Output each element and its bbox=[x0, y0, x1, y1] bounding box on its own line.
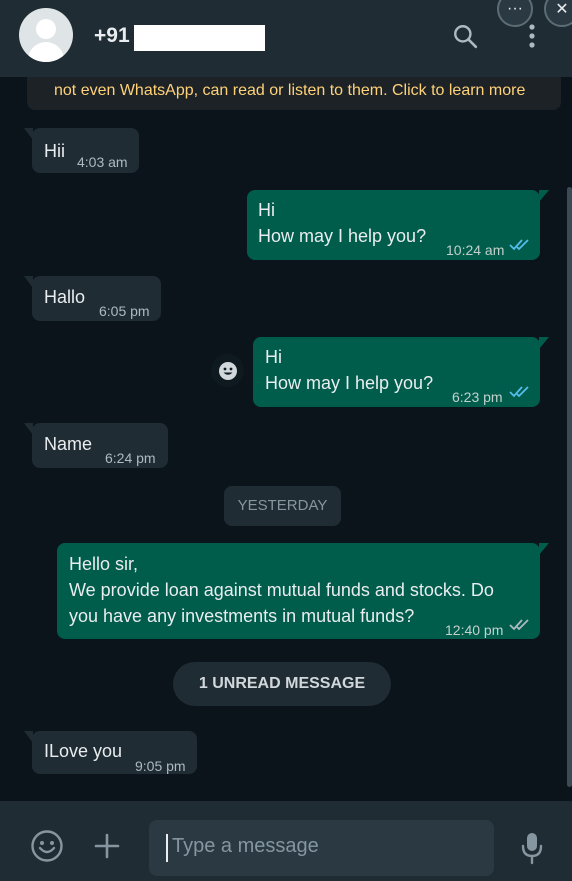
text-caret bbox=[166, 834, 168, 862]
search-icon bbox=[454, 25, 478, 49]
delivered-ticks-icon bbox=[509, 619, 529, 631]
vertical-dots-icon bbox=[529, 24, 535, 48]
message-input-placeholder: Type a message bbox=[172, 835, 319, 857]
message-text: Hi How may I help you? bbox=[265, 347, 434, 393]
react-emoji-button[interactable] bbox=[211, 354, 244, 387]
emoji-button[interactable] bbox=[29, 828, 65, 864]
message-text: Hii bbox=[44, 141, 65, 161]
redacted-number bbox=[134, 25, 265, 51]
read-ticks-icon bbox=[509, 239, 529, 251]
composer-bar: Type a message bbox=[0, 801, 572, 881]
message-text: Hallo bbox=[44, 287, 86, 307]
attach-button[interactable] bbox=[91, 828, 123, 864]
message-input[interactable]: Type a message bbox=[149, 820, 494, 876]
read-ticks-icon bbox=[509, 386, 529, 398]
avatar-head-shape bbox=[36, 19, 56, 39]
contact-name[interactable]: +91 bbox=[94, 24, 130, 48]
emoji-icon bbox=[31, 830, 63, 862]
bubble-tail bbox=[539, 190, 549, 202]
date-separator: YESTERDAY bbox=[224, 486, 341, 526]
voice-message-button[interactable] bbox=[516, 830, 548, 866]
message-outgoing[interactable]: Hi How may I help you? 10:24 am bbox=[247, 190, 549, 260]
contact-avatar[interactable] bbox=[19, 8, 73, 62]
message-outgoing[interactable]: Hi How may I help you? 6:23 pm bbox=[253, 337, 549, 407]
message-incoming[interactable]: ILove you 9:05 pm bbox=[24, 731, 197, 774]
chat-header: +91 ··· ✕ bbox=[0, 0, 572, 77]
message-incoming[interactable]: Hii 4:03 am bbox=[24, 128, 139, 173]
unread-messages-banner: 1 UNREAD MESSAGE bbox=[173, 662, 391, 706]
message-time: 10:24 am bbox=[446, 242, 505, 258]
message-time: 6:05 pm bbox=[99, 303, 150, 319]
bubble-tail bbox=[24, 731, 33, 743]
close-icon: ✕ bbox=[555, 1, 569, 18]
bubble-tail bbox=[539, 337, 549, 349]
bubble-tail bbox=[24, 423, 33, 435]
message-time: 6:24 pm bbox=[105, 450, 156, 466]
message-time: 6:23 pm bbox=[452, 389, 503, 405]
message-text: Hi How may I help you? bbox=[258, 200, 427, 246]
message-text: ILove you bbox=[44, 741, 123, 761]
bubble-tail bbox=[24, 276, 33, 288]
message-incoming[interactable]: Name 6:24 pm bbox=[24, 423, 168, 468]
chat-scrollbar[interactable] bbox=[567, 187, 572, 787]
message-outgoing[interactable]: Hello sir, We provide loan against mutua… bbox=[57, 543, 549, 639]
message-text: Hello sir, We provide loan against mutua… bbox=[69, 554, 494, 626]
encryption-notice[interactable]: not even WhatsApp, can read or listen to… bbox=[27, 77, 561, 110]
plus-icon bbox=[94, 833, 120, 859]
bubble-tail bbox=[539, 543, 549, 555]
message-time: 12:40 pm bbox=[445, 622, 504, 638]
message-incoming[interactable]: Hallo 6:05 pm bbox=[24, 276, 161, 321]
bubble-tail bbox=[24, 128, 33, 140]
microphone-icon bbox=[521, 833, 543, 865]
search-button[interactable] bbox=[449, 20, 481, 52]
smiley-icon bbox=[218, 361, 237, 380]
message-text: Name bbox=[44, 434, 93, 454]
message-list[interactable]: not even WhatsApp, can read or listen to… bbox=[0, 77, 572, 801]
horizontal-dots-icon: ··· bbox=[507, 0, 523, 17]
window-close-button[interactable]: ✕ bbox=[544, 0, 572, 27]
message-time: 9:05 pm bbox=[135, 758, 186, 774]
message-time: 4:03 am bbox=[77, 154, 128, 170]
avatar-body-shape bbox=[28, 42, 64, 62]
